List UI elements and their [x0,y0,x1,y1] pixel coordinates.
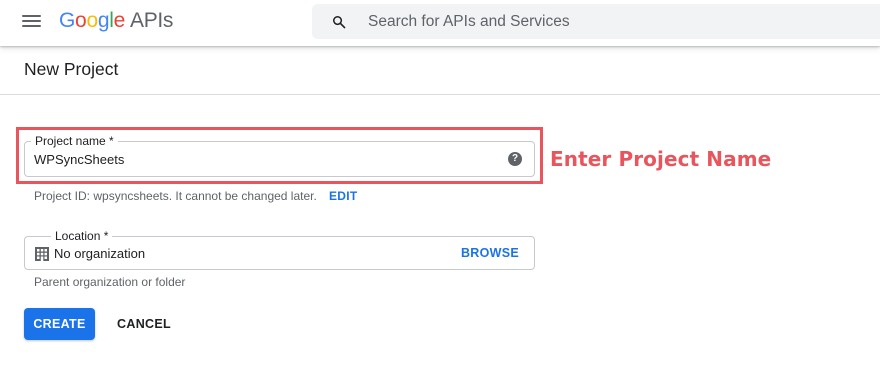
project-id-helper: Project ID: wpsyncsheets. It cannot be c… [34,189,317,203]
logo-letter: g [97,9,110,32]
page-title: New Project [24,59,119,79]
location-helper: Parent organization or folder [34,275,186,289]
annotation-label: Enter Project Name [550,147,772,171]
location-value: No organization [54,246,146,261]
google-apis-logo[interactable]: Google APIs [59,8,173,34]
logo-suffix: APIs [129,9,174,32]
logo-letter: o [75,9,87,32]
divider [0,94,880,95]
location-field[interactable]: Location * No organization BROWSE [24,229,535,270]
logo-letter: e [113,9,126,32]
create-button[interactable]: CREATE [24,308,95,340]
hamburger-menu-icon[interactable] [22,13,42,29]
logo-letter: G [59,9,76,32]
logo-letter: o [86,9,98,32]
search-input[interactable]: Search for APIs and Services [312,4,880,39]
help-circle-icon[interactable]: ? [508,152,522,166]
building-icon [35,247,49,261]
search-icon [332,15,346,29]
browse-button[interactable]: BROWSE [461,246,519,260]
project-name-label: Project name * [31,134,118,148]
project-name-value[interactable]: WPSyncSheets [34,152,124,167]
project-name-field[interactable]: Project name * WPSyncSheets ? [24,134,535,177]
top-app-bar: Google APIs Search for APIs and Services [0,0,880,46]
location-label: Location * [51,229,113,243]
edit-project-id-link[interactable]: EDIT [329,189,358,203]
cancel-button[interactable]: CANCEL [109,308,179,340]
search-placeholder: Search for APIs and Services [368,13,570,30]
